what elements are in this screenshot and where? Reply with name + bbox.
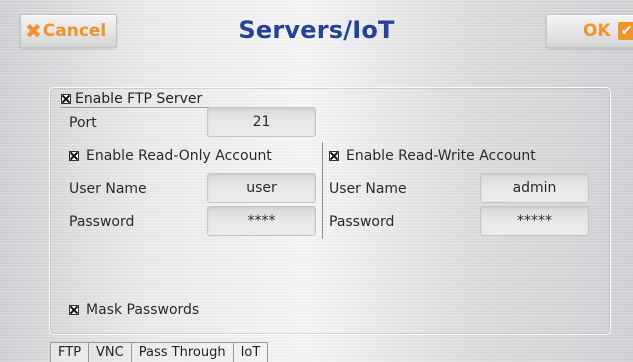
ok-button-label: OK [583,21,611,41]
readwrite-password-field[interactable]: ***** [480,206,589,236]
enable-read-write-checkbox[interactable]: Enable Read-Write Account [329,148,536,164]
checkbox-checked-icon [69,305,79,315]
column-divider [322,142,323,239]
readonly-password-field[interactable]: **** [207,206,316,236]
tab-pass-through[interactable]: Pass Through [131,343,234,362]
tab-iot[interactable]: IoT [233,343,269,362]
header-bar: ✖ Cancel Servers/IoT OK ✔ [0,0,633,72]
readonly-username-field[interactable]: user [207,173,316,203]
readwrite-password-label: Password [329,214,395,230]
readwrite-username-label: User Name [329,181,407,197]
port-field[interactable]: 21 [207,107,316,137]
enable-read-only-checkbox[interactable]: Enable Read-Only Account [69,148,272,164]
readonly-username-label: User Name [69,181,147,197]
checkbox-checked-icon [69,151,79,161]
checkbox-checked-icon [61,94,71,104]
mask-passwords-label: Mask Passwords [86,302,200,318]
tab-ftp[interactable]: FTP [50,343,90,362]
readwrite-username-field[interactable]: admin [480,173,589,203]
tab-vnc[interactable]: VNC [89,343,132,362]
check-icon: ✔ [617,22,633,40]
enable-ftp-server-label: Enable FTP Server [75,91,203,107]
enable-read-write-label: Enable Read-Write Account [346,148,536,164]
port-label: Port [69,115,97,131]
legend-divider [60,107,210,108]
settings-tabs: FTP VNC Pass Through IoT [50,342,269,362]
mask-passwords-checkbox[interactable]: Mask Passwords [69,302,199,318]
enable-read-only-label: Enable Read-Only Account [86,148,272,164]
checkbox-checked-icon [329,151,339,161]
readonly-password-label: Password [69,214,135,230]
enable-ftp-server-checkbox[interactable]: Enable FTP Server [60,89,204,109]
page-title: Servers/IoT [238,16,395,44]
ok-button[interactable]: OK ✔ [546,14,633,48]
